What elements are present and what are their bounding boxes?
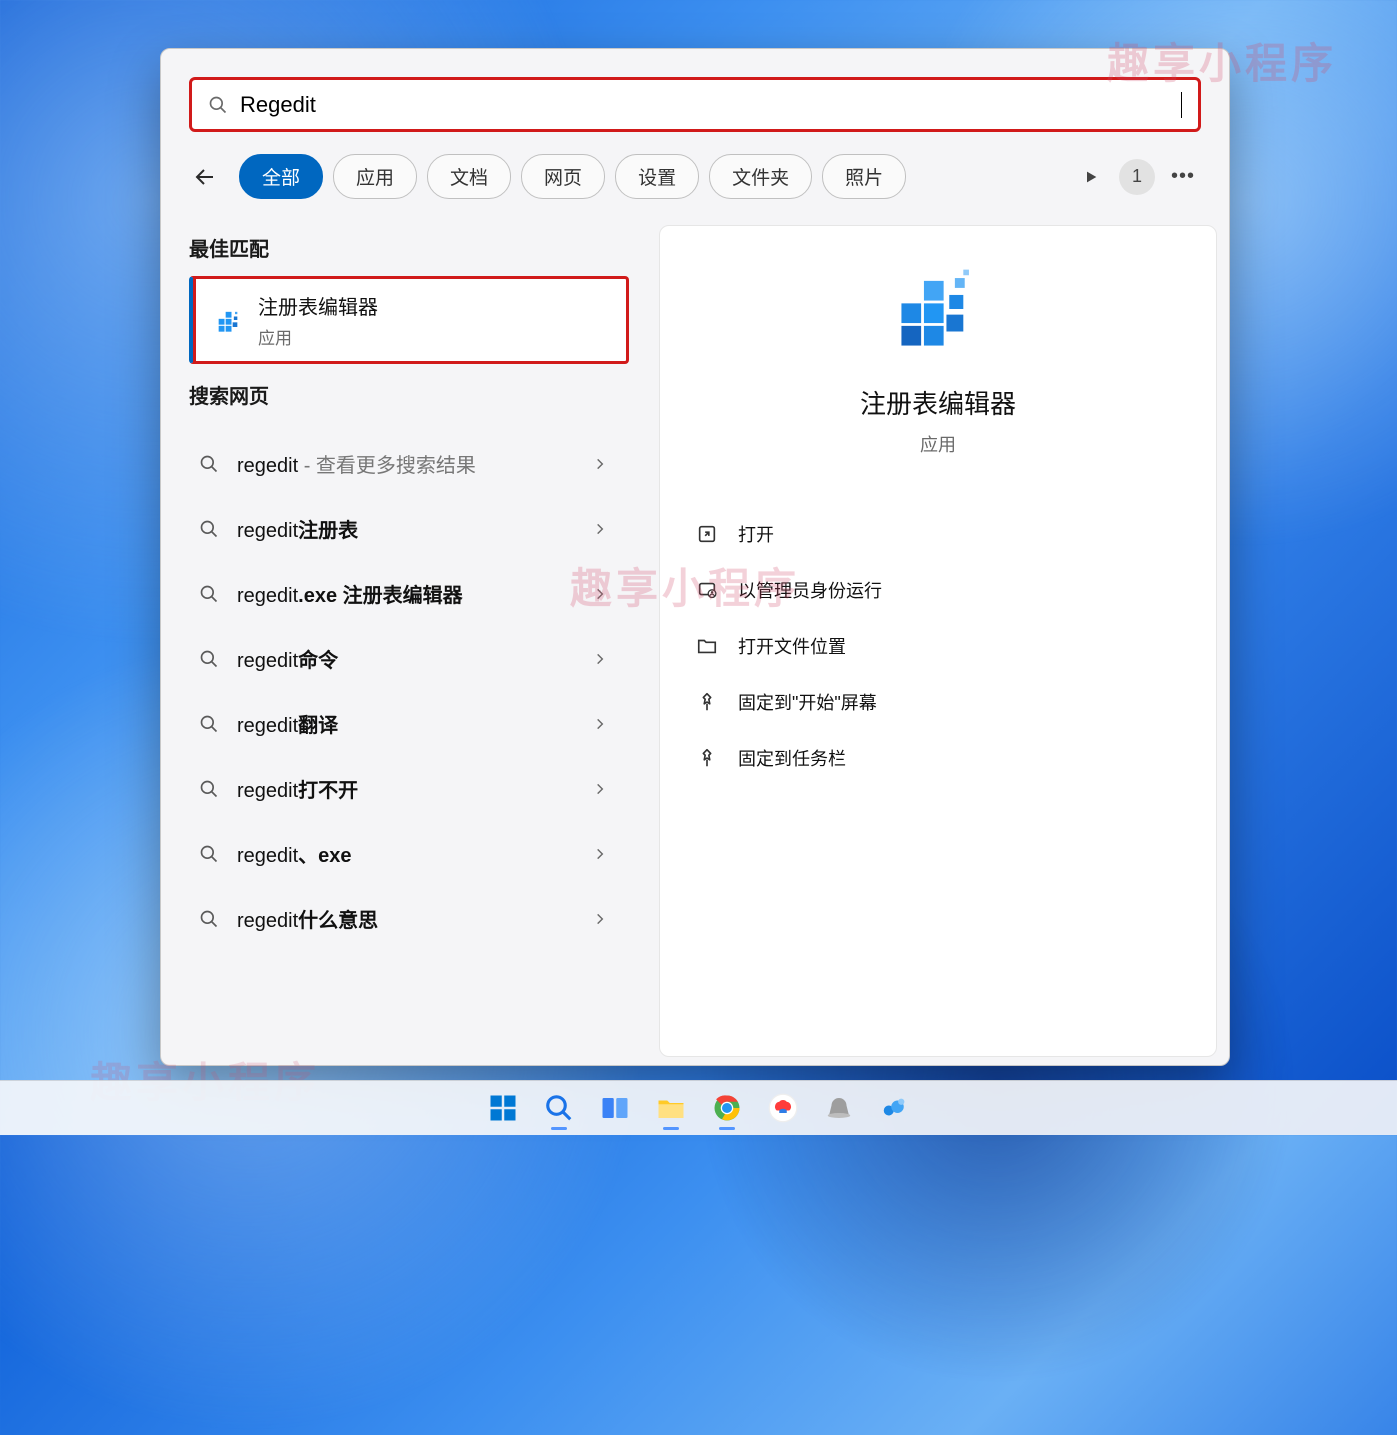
best-match-heading: 最佳匹配 (189, 233, 629, 262)
web-search-text: regedit.exe 注册表编辑器 (237, 579, 593, 608)
folder-icon (696, 635, 718, 657)
web-search-text: regedit命令 (237, 644, 593, 673)
chevron-right-icon (593, 457, 607, 471)
web-search-text: regedit什么意思 (237, 904, 593, 933)
action-admin[interactable]: 以管理员身份运行 (690, 563, 1186, 617)
action-label: 打开 (738, 521, 774, 547)
web-search-text: regedit注册表 (237, 514, 593, 543)
best-match-sub: 应用 (258, 324, 378, 349)
search-icon (199, 844, 219, 864)
regedit-large-icon (893, 264, 983, 354)
action-label: 打开文件位置 (738, 633, 846, 659)
tab-photos[interactable]: 照片 (822, 154, 906, 199)
detail-title: 注册表编辑器 (860, 384, 1016, 421)
chevron-right-icon (593, 522, 607, 536)
best-match-item[interactable]: 注册表编辑器 应用 (189, 276, 629, 364)
action-label: 固定到"开始"屏幕 (738, 689, 877, 715)
regedit-icon (214, 306, 242, 334)
action-list: 打开以管理员身份运行打开文件位置固定到"开始"屏幕固定到任务栏 (690, 507, 1186, 785)
chevron-right-icon (593, 717, 607, 731)
chevron-right-icon (593, 652, 607, 666)
action-label: 固定到任务栏 (738, 745, 846, 771)
web-search-item[interactable]: regedit注册表 (189, 496, 629, 561)
action-label: 以管理员身份运行 (738, 577, 882, 603)
text-caret (1181, 92, 1182, 118)
tab-settings[interactable]: 设置 (615, 154, 699, 199)
search-icon (199, 909, 219, 929)
chevron-right-icon (593, 587, 607, 601)
tab-documents[interactable]: 文档 (427, 154, 511, 199)
web-search-item[interactable]: regedit翻译 (189, 691, 629, 756)
start-search-panel: 全部 应用 文档 网页 设置 文件夹 照片 1 ••• 最佳匹配 (160, 48, 1230, 1066)
web-search-text: regedit翻译 (237, 709, 593, 738)
play-button[interactable] (1073, 159, 1109, 195)
tab-web[interactable]: 网页 (521, 154, 605, 199)
taskbar-app-blue[interactable] (871, 1084, 919, 1132)
web-search-list: regedit - 查看更多搜索结果 regedit注册表 regedit.exe … (189, 431, 629, 951)
search-icon (199, 714, 219, 734)
admin-icon (696, 579, 718, 601)
chevron-right-icon (593, 912, 607, 926)
search-icon (199, 649, 219, 669)
taskbar (0, 1080, 1397, 1135)
back-button[interactable] (183, 155, 227, 199)
tab-folders[interactable]: 文件夹 (709, 154, 812, 199)
taskbar-start[interactable] (479, 1084, 527, 1132)
action-pin[interactable]: 固定到"开始"屏幕 (690, 675, 1186, 729)
best-match-name: 注册表编辑器 (258, 291, 378, 320)
taskbar-app-gray[interactable] (815, 1084, 863, 1132)
taskbar-taskview[interactable] (591, 1084, 639, 1132)
web-search-heading: 搜索网页 (189, 380, 629, 409)
search-icon (208, 95, 228, 115)
action-open[interactable]: 打开 (690, 507, 1186, 561)
taskbar-chrome[interactable] (703, 1084, 751, 1132)
more-button[interactable]: ••• (1165, 159, 1201, 195)
web-search-item[interactable]: regedit什么意思 (189, 886, 629, 951)
search-icon (199, 519, 219, 539)
taskbar-search[interactable] (535, 1084, 583, 1132)
taskbar-explorer[interactable] (647, 1084, 695, 1132)
pin-icon (696, 691, 718, 713)
web-search-item[interactable]: regedit打不开 (189, 756, 629, 821)
search-icon (199, 454, 219, 474)
chevron-right-icon (593, 782, 607, 796)
taskbar-baidu-netdisk[interactable] (759, 1084, 807, 1132)
pin-icon (696, 747, 718, 769)
action-folder[interactable]: 打开文件位置 (690, 619, 1186, 673)
web-search-item[interactable]: regedit.exe 注册表编辑器 (189, 561, 629, 626)
search-icon (199, 584, 219, 604)
detail-sub: 应用 (920, 431, 956, 457)
action-pin[interactable]: 固定到任务栏 (690, 731, 1186, 785)
web-search-item[interactable]: regedit命令 (189, 626, 629, 691)
search-input[interactable] (240, 92, 1181, 118)
open-icon (696, 523, 718, 545)
tab-apps[interactable]: 应用 (333, 154, 417, 199)
count-badge[interactable]: 1 (1119, 159, 1155, 195)
web-search-text: regedit、exe (237, 839, 593, 868)
web-search-item[interactable]: regedit - 查看更多搜索结果 (189, 431, 629, 496)
search-icon (199, 779, 219, 799)
web-search-item[interactable]: regedit、exe (189, 821, 629, 886)
web-search-text: regedit - 查看更多搜索结果 (237, 449, 593, 478)
tab-all[interactable]: 全部 (239, 154, 323, 199)
chevron-right-icon (593, 847, 607, 861)
detail-card: 注册表编辑器 应用 打开以管理员身份运行打开文件位置固定到"开始"屏幕固定到任务… (659, 225, 1217, 1057)
filter-tabs: 全部 应用 文档 网页 设置 文件夹 照片 1 ••• (161, 132, 1229, 217)
web-search-text: regedit打不开 (237, 774, 593, 803)
search-bar[interactable] (189, 77, 1201, 132)
